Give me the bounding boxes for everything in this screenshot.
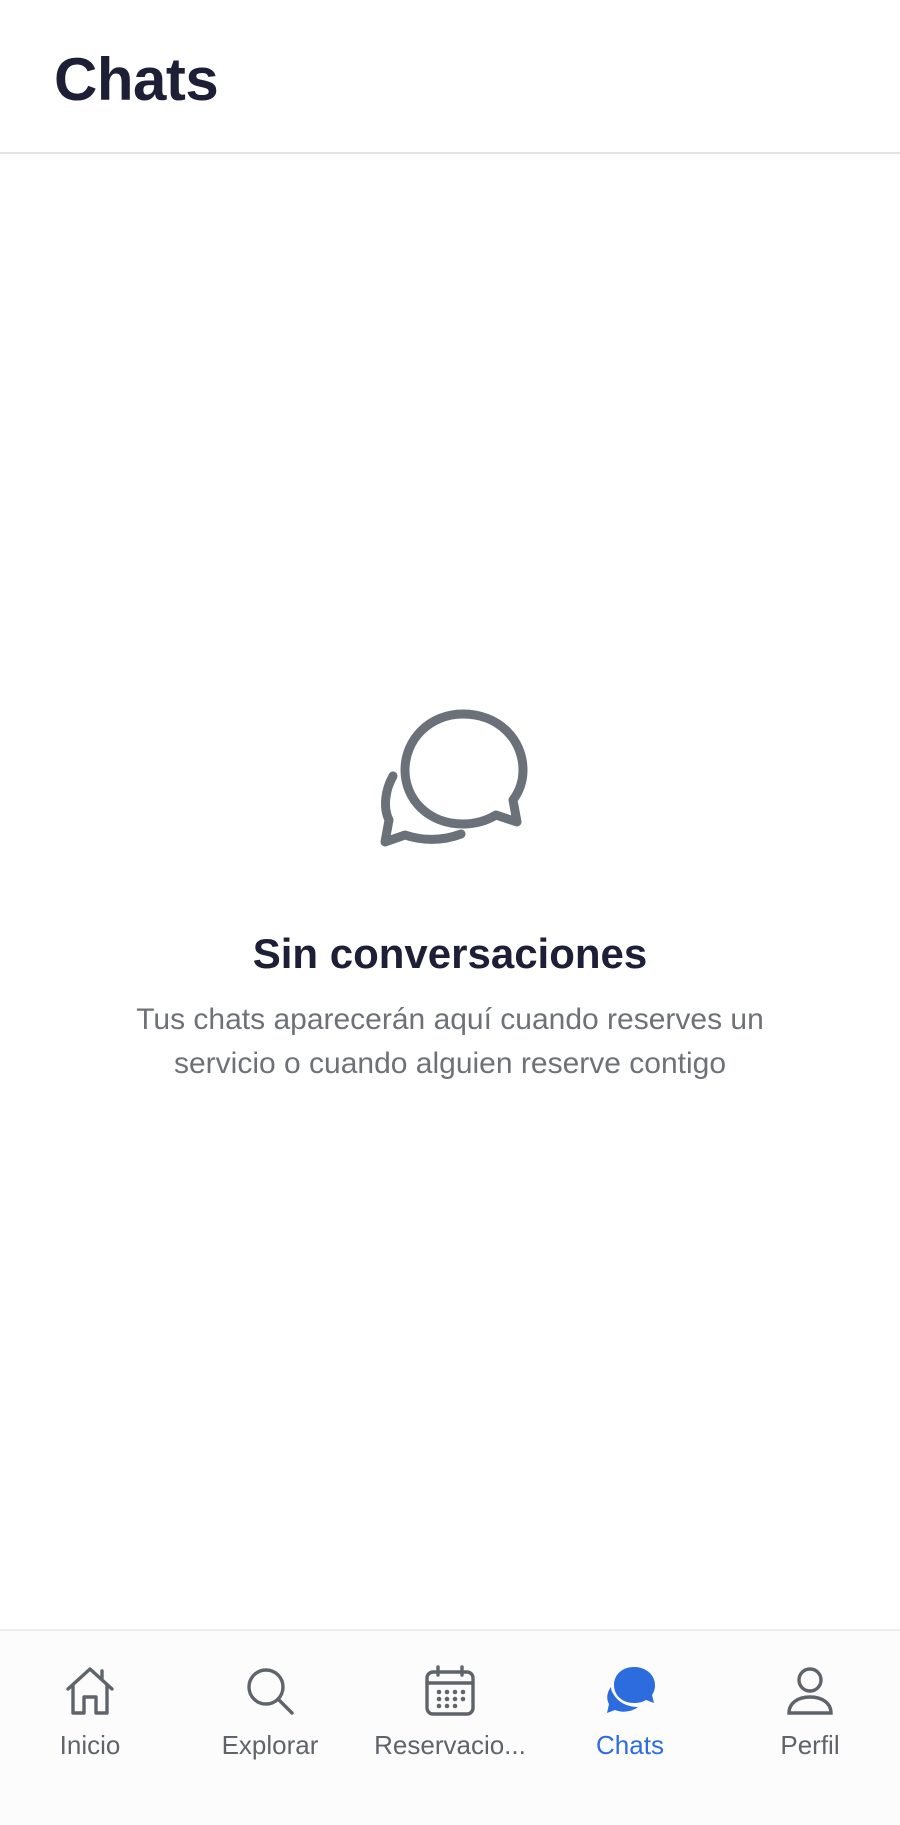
tab-chats[interactable]: Chats bbox=[540, 1631, 720, 1781]
tab-label: Perfil bbox=[780, 1730, 840, 1760]
empty-state-title: Sin conversaciones bbox=[252, 930, 648, 977]
tab-label: Inicio bbox=[59, 1730, 121, 1760]
chat-bubbles-filled-icon bbox=[607, 1667, 655, 1713]
calendar-icon bbox=[425, 1665, 475, 1716]
page-title: Chats bbox=[54, 46, 219, 113]
search-icon bbox=[247, 1668, 294, 1715]
tab-label: Explorar bbox=[221, 1730, 319, 1760]
header: Chats bbox=[0, 0, 900, 154]
bottom-tab-bar: Inicio Explorar Reservacio... Chats Perf… bbox=[0, 1629, 900, 1825]
tab-explorar[interactable]: Explorar bbox=[180, 1631, 360, 1781]
tab-label: Chats bbox=[596, 1730, 664, 1760]
empty-state: Sin conversaciones Tus chats aparecerán … bbox=[0, 700, 900, 1086]
person-icon bbox=[787, 1667, 833, 1715]
tab-perfil[interactable]: Perfil bbox=[720, 1631, 900, 1781]
home-icon bbox=[66, 1667, 114, 1715]
chat-bubbles-outline-icon bbox=[380, 709, 528, 847]
tab-reservaciones[interactable]: Reservacio... bbox=[360, 1631, 540, 1781]
app-screen: Chats Sin conversaciones Tus chats apare… bbox=[0, 0, 900, 1825]
tab-label: Reservacio... bbox=[374, 1730, 526, 1760]
tab-inicio[interactable]: Inicio bbox=[0, 1631, 180, 1781]
empty-state-subtitle: Tus chats aparecerán aquí cuando reserve… bbox=[136, 1003, 764, 1080]
